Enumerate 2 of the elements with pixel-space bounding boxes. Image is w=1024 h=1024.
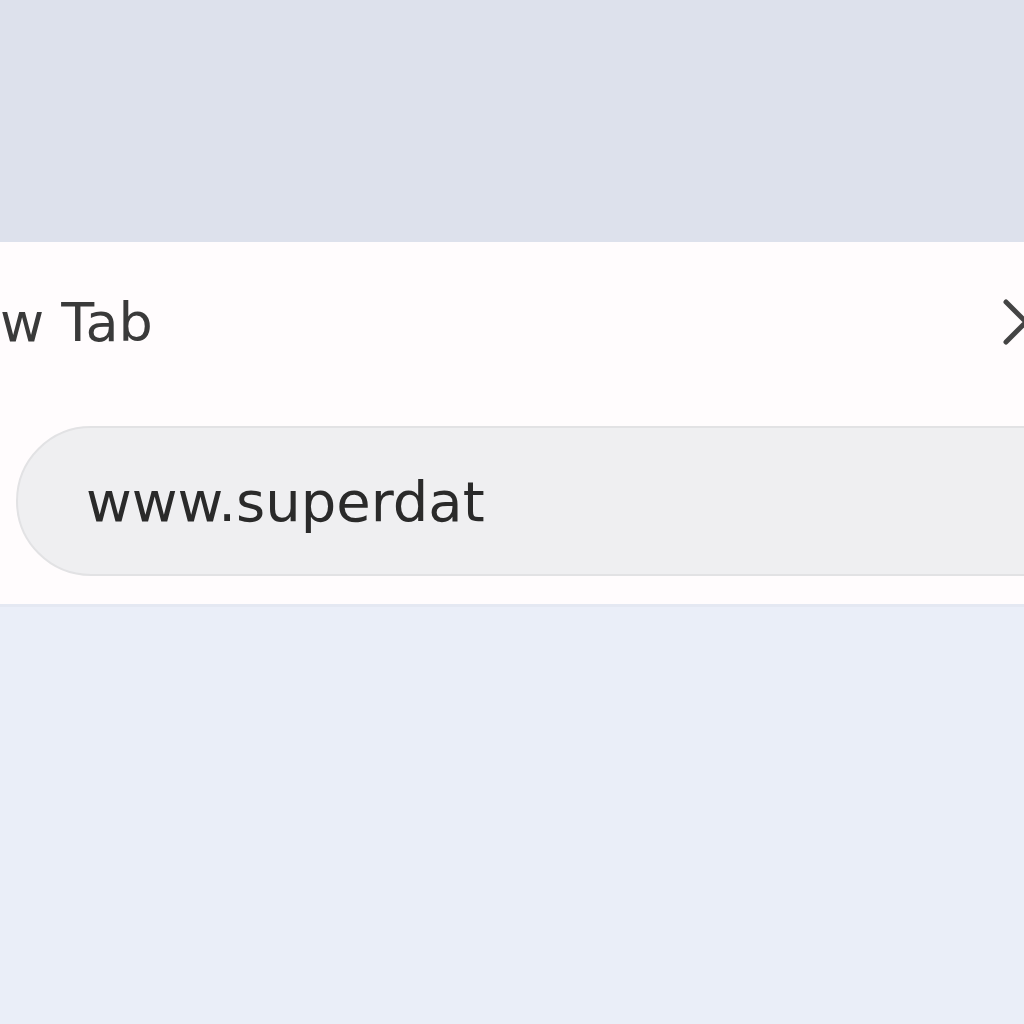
address-field[interactable]: www.superdat — [16, 426, 1024, 576]
tab-title[interactable]: w Tab — [0, 290, 153, 354]
